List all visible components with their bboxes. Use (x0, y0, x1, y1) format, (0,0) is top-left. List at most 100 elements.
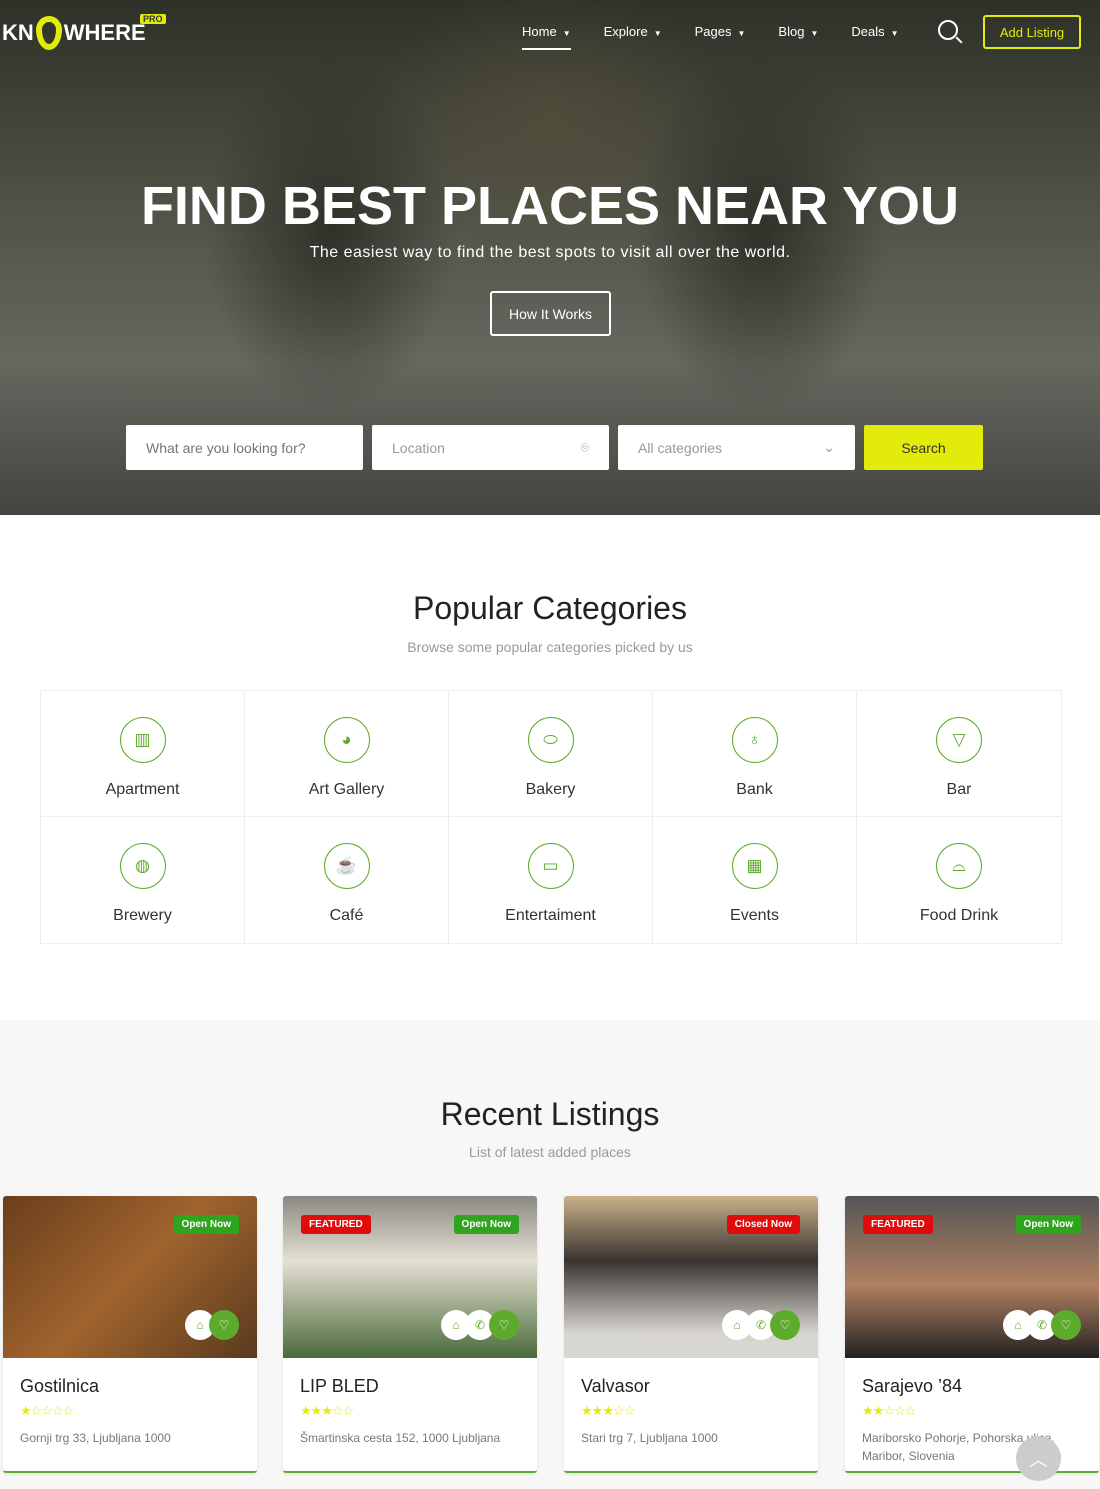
category-grid: ▥ Apartment ◕ Art Gallery ⬭ Bakery ♁ Bank ▽ Bar ◍ B… (40, 690, 1062, 944)
listing-card[interactable]: Open Now ⌂ ♡ Gostilnica ★☆☆☆☆ Gornji trg … (3, 1196, 257, 1473)
building-icon: ▥ (119, 717, 166, 763)
star-filled-icon: ★ (310, 1403, 323, 1418)
listing-card[interactable]: Closed Now ⌂ ✆ ♡ Valvasor ★★★☆☆ Stari trg … (564, 1196, 818, 1473)
nav-item-deals[interactable]: Deals ▼ (851, 24, 898, 39)
listing-address: Stari trg 7, Ljubljana 1000 (581, 1431, 718, 1445)
category-label: Apartment (105, 781, 180, 798)
category-value: All categories (638, 439, 723, 456)
listing-title[interactable]: LIP BLED (300, 1376, 520, 1397)
heart-icon[interactable]: ♡ (770, 1310, 800, 1340)
top-nav: KN WHERE PRO Home ▼ Explore ▼ Pages ▼ Blog ▼ Deals… (0, 0, 1100, 70)
vr-glasses-icon: ▭ (527, 843, 574, 889)
category-item[interactable]: ◍ Brewery (41, 817, 245, 943)
caret-down-icon: ▼ (562, 29, 571, 38)
chevron-down-icon: ⌄ (823, 439, 835, 455)
section-title: Recent Listings (440, 1096, 660, 1132)
search-icon[interactable] (938, 20, 958, 40)
rating-stars: ★★★☆☆ (300, 1403, 520, 1419)
featured-badge: FEATURED (863, 1215, 933, 1234)
category-item[interactable]: ▥ Apartment (41, 691, 245, 817)
nav-item-pages[interactable]: Pages ▼ (695, 24, 746, 39)
status-badge: Open Now (173, 1215, 239, 1234)
status-badge: Open Now (1015, 1215, 1081, 1234)
add-listing-button[interactable]: Add Listing (983, 15, 1081, 49)
star-filled-icon: ★ (321, 1403, 333, 1418)
category-label: Café (329, 907, 364, 924)
category-label: Art Gallery (308, 781, 385, 798)
nav-label: Home (522, 24, 557, 39)
calendar-icon: ▦ (731, 843, 778, 889)
location-input[interactable]: Location ⌾ (372, 425, 609, 470)
star-filled-icon: ★ (872, 1403, 885, 1418)
status-badge: Open Now (453, 1215, 519, 1234)
star-filled-icon: ★ (591, 1403, 604, 1418)
pro-badge: PRO (140, 14, 166, 24)
category-item[interactable]: ▽ Bar (857, 691, 1061, 817)
category-label: Events (730, 907, 779, 924)
listing-title[interactable]: Sarajevo ’84 (862, 1376, 1082, 1397)
category-item[interactable]: ⌓ Food Drink (857, 817, 1061, 943)
nav-label: Pages (694, 24, 732, 39)
star-empty-icon: ☆ (612, 1403, 625, 1418)
listing-title[interactable]: Gostilnica (20, 1376, 240, 1397)
hero-subtitle: The easiest way to find the best spots t… (309, 244, 791, 261)
star-filled-icon: ★ (581, 1403, 593, 1418)
listing-title[interactable]: Valvasor (581, 1376, 801, 1397)
rating-stars: ★☆☆☆☆ (20, 1403, 240, 1419)
featured-badge: FEATURED (301, 1215, 371, 1234)
section-title: Popular Categories (413, 590, 687, 626)
star-empty-icon: ☆ (342, 1403, 355, 1418)
heart-icon[interactable]: ♡ (209, 1310, 239, 1340)
listing-card[interactable]: FEATURED Open Now ⌂ ✆ ♡ Sarajevo ’84 ★★☆☆☆… (845, 1196, 1099, 1473)
logo-text: KN (2, 20, 34, 45)
category-item[interactable]: ▭ Entertaiment (449, 817, 653, 943)
rating-stars: ★★☆☆☆ (862, 1403, 1082, 1419)
nav-label: Blog (778, 24, 805, 39)
star-filled-icon: ★ (862, 1403, 874, 1418)
star-filled-icon: ★ (20, 1403, 32, 1418)
category-item[interactable]: ☕ Café (245, 817, 449, 943)
search-button[interactable]: Search (864, 425, 983, 470)
listing-card[interactable]: FEATURED Open Now ⌂ ✆ ♡ LIP BLED ★★★☆☆ Šma… (283, 1196, 537, 1473)
star-empty-icon: ☆ (893, 1403, 906, 1418)
star-empty-icon: ☆ (331, 1403, 344, 1418)
caret-down-icon: ▼ (737, 29, 746, 38)
how-it-works-button[interactable]: How It Works (490, 291, 611, 336)
category-item[interactable]: ◕ Art Gallery (245, 691, 449, 817)
section-subtitle: List of latest added places (469, 1144, 631, 1160)
status-badge: Closed Now (726, 1215, 800, 1234)
cloche-icon: ⌓ (936, 843, 982, 889)
category-item[interactable]: ♁ Bank (653, 691, 857, 817)
caret-down-icon: ▼ (810, 29, 819, 38)
nav-item-home[interactable]: Home ▼ (522, 24, 571, 50)
category-item[interactable]: ▦ Events (653, 817, 857, 943)
nav-item-blog[interactable]: Blog ▼ (778, 24, 818, 39)
star-empty-icon: ☆ (30, 1403, 43, 1418)
money-bag-icon: ♁ (731, 717, 778, 763)
star-filled-icon: ★ (300, 1403, 312, 1418)
listing-image: Open Now ⌂ ♡ (3, 1196, 257, 1358)
heart-icon[interactable]: ♡ (489, 1310, 519, 1340)
logo[interactable]: KN WHERE PRO (2, 14, 166, 50)
category-label: Bar (946, 781, 972, 798)
rating-stars: ★★★☆☆ (581, 1403, 801, 1419)
category-label: Entertaiment (505, 907, 596, 924)
heart-icon[interactable]: ♡ (1051, 1310, 1081, 1340)
hero-title: FIND BEST PLACES NEAR YOU (140, 176, 960, 236)
back-to-top-button[interactable]: ︿ (1016, 1436, 1061, 1481)
map-pin-icon: ⌾ (580, 439, 589, 455)
nav-label: Explore (603, 24, 648, 39)
category-select[interactable]: All categories ⌄ (618, 425, 855, 470)
star-filled-icon: ★ (602, 1403, 614, 1418)
nav-label: Deals (851, 24, 885, 39)
category-label: Bakery (525, 781, 576, 798)
search-bar: Location ⌾ All categories ⌄ Search (126, 425, 983, 470)
listing-image: FEATURED Open Now ⌂ ✆ ♡ (283, 1196, 537, 1358)
coffee-icon: ☕ (323, 843, 370, 889)
star-empty-icon: ☆ (883, 1403, 895, 1418)
section-subtitle: Browse some popular categories picked by… (407, 639, 693, 655)
category-item[interactable]: ⬭ Bakery (449, 691, 653, 817)
nav-item-explore[interactable]: Explore ▼ (604, 24, 662, 39)
category-label: Bank (736, 781, 773, 798)
keyword-input[interactable] (126, 425, 363, 470)
